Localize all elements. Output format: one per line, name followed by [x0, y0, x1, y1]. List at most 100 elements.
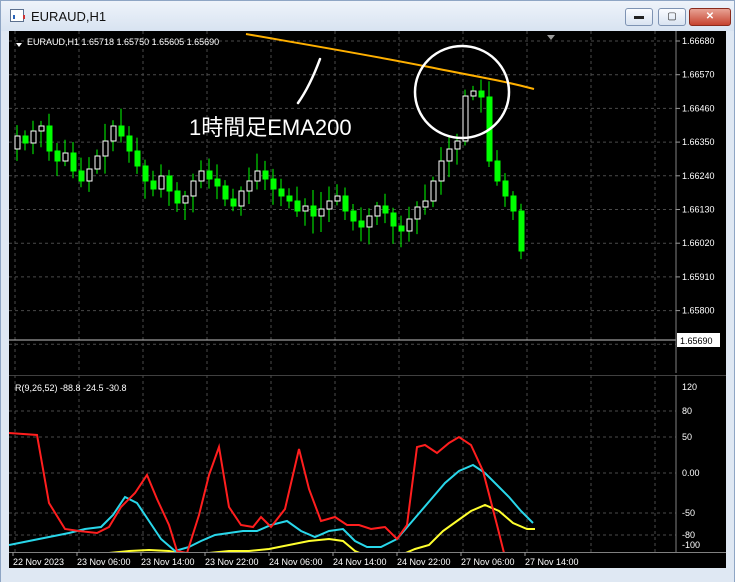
time-label: 22 Nov 2023 — [13, 557, 64, 567]
time-label: 27 Nov 06:00 — [461, 557, 515, 567]
shift-marker-icon[interactable] — [547, 35, 555, 40]
annotation-pointer — [296, 57, 322, 105]
time-labels: 22 Nov 2023 23 Nov 06:00 23 Nov 14:00 23 No… — [12, 552, 579, 567]
candle-body — [366, 215, 373, 228]
candle-body — [278, 188, 285, 197]
price-axis: 1.66680 1.66570 1.66460 1.66350 1.66240 1.661… — [676, 36, 715, 316]
candle-body — [310, 205, 317, 217]
chart-menu-arrow-icon[interactable] — [16, 43, 22, 47]
candle-body — [62, 152, 69, 162]
candle-body — [462, 95, 469, 142]
candle-body — [446, 148, 453, 162]
time-label: 24 Nov 22:00 — [397, 557, 451, 567]
time-axis: 22 Nov 2023 23 Nov 06:00 23 Nov 14:00 23 No… — [9, 552, 726, 567]
candle-body — [454, 140, 461, 150]
candle-body — [46, 125, 53, 152]
time-label: 24 Nov 06:00 — [269, 557, 323, 567]
osc-level-label: -100 — [682, 540, 700, 550]
candle-body — [358, 220, 365, 228]
status-bar — [1, 568, 734, 582]
chart-window-icon — [10, 9, 25, 22]
candle-body — [238, 190, 245, 207]
price-label: 1.66350 — [682, 137, 715, 147]
price-chart-header: EURAUD,H1 1.65718 1.65750 1.65605 1.6569… — [27, 37, 219, 47]
candle-body — [286, 195, 293, 202]
candle-body — [222, 185, 229, 200]
time-label: 23 Nov 14:00 — [141, 557, 195, 567]
maximize-button[interactable]: ▢ — [658, 8, 686, 26]
candle-body — [510, 195, 517, 212]
candle-body — [406, 218, 413, 232]
candle-body — [422, 200, 429, 208]
chart-area[interactable]: EURAUD,H1 1.65718 1.65750 1.65605 1.6569… — [9, 31, 726, 568]
candle-body — [302, 205, 309, 212]
time-label: 27 Nov 14:00 — [525, 557, 579, 567]
candle-body — [430, 180, 437, 202]
osc-level-label: -50 — [682, 508, 695, 518]
candle-body — [174, 190, 181, 204]
title-bar[interactable]: EURAUD,H1 ▬ ▢ ✕ — [1, 1, 734, 31]
candle-body — [390, 212, 397, 227]
candle-body — [230, 198, 237, 207]
candle-body — [254, 170, 261, 182]
chart-window: EURAUD,H1 ▬ ▢ ✕ EURAUD,H1 1.65718 1.6575… — [0, 0, 735, 582]
candle-body — [294, 200, 301, 212]
oscillator-axis: 120 80 50 0.00 -50 -80-100 — [682, 382, 700, 550]
time-label: 23 Nov 06:00 — [77, 557, 131, 567]
price-label: 1.65910 — [682, 272, 715, 282]
candle-body — [126, 135, 133, 152]
price-label: 1.66460 — [682, 103, 715, 113]
candle-body — [166, 175, 173, 192]
candle-body — [198, 170, 205, 182]
osc-level-label: 50 — [682, 432, 692, 442]
candle-body — [478, 90, 485, 98]
candle-body — [342, 195, 349, 212]
candle-body — [22, 135, 29, 144]
price-label: 1.66240 — [682, 171, 715, 181]
price-label: 1.65800 — [682, 306, 715, 316]
candle-body — [326, 200, 333, 210]
candle-body — [38, 125, 45, 132]
candle-body — [270, 178, 277, 190]
price-label: 1.66680 — [682, 36, 715, 46]
candle-body — [502, 180, 509, 197]
osc-level-label: -80 — [682, 530, 695, 540]
window-title: EURAUD,H1 — [31, 9, 107, 24]
candle-body — [102, 140, 109, 157]
candle-body — [246, 180, 253, 192]
ema200-annotation: 1時間足EMA200 — [189, 115, 352, 140]
candle-body — [262, 170, 269, 180]
candle-body — [350, 210, 357, 222]
close-button[interactable]: ✕ — [689, 8, 731, 26]
candle-body — [318, 208, 325, 217]
candle-body — [158, 175, 165, 190]
candle-body — [14, 135, 21, 150]
candle-body — [94, 155, 101, 170]
candle-body — [70, 152, 77, 172]
candlesticks — [14, 79, 525, 260]
candle-body — [30, 130, 37, 144]
candle-body — [494, 160, 501, 182]
candle-body — [438, 160, 445, 182]
candle-body — [374, 205, 381, 217]
osc-level-label: 120 — [682, 382, 697, 392]
price-label: 1.66570 — [682, 70, 715, 80]
candle-body — [54, 150, 61, 162]
candle-body — [214, 178, 221, 187]
candle-body — [414, 206, 421, 220]
candle-body — [518, 210, 525, 252]
ema200-line — [245, 33, 535, 90]
price-label: 1.66130 — [682, 205, 715, 215]
minimize-button[interactable]: ▬ — [625, 8, 653, 26]
candle-body — [470, 90, 477, 97]
oscillator-panel[interactable]: R(9,26,52) -88.8 -24.5 -30.8 120 80 50 0.00… — [9, 375, 726, 552]
oscillator-header: R(9,26,52) -88.8 -24.5 -30.8 — [15, 383, 127, 393]
price-chart[interactable]: EURAUD,H1 1.65718 1.65750 1.65605 1.6569… — [9, 31, 726, 373]
candle-body — [334, 195, 341, 202]
oscillator-red-line — [9, 432, 505, 552]
highlight-circle — [413, 44, 511, 140]
candle-body — [206, 170, 213, 180]
candle-body — [118, 125, 125, 137]
candle-body — [86, 168, 93, 182]
current-price-label: 1.65690 — [680, 336, 713, 346]
